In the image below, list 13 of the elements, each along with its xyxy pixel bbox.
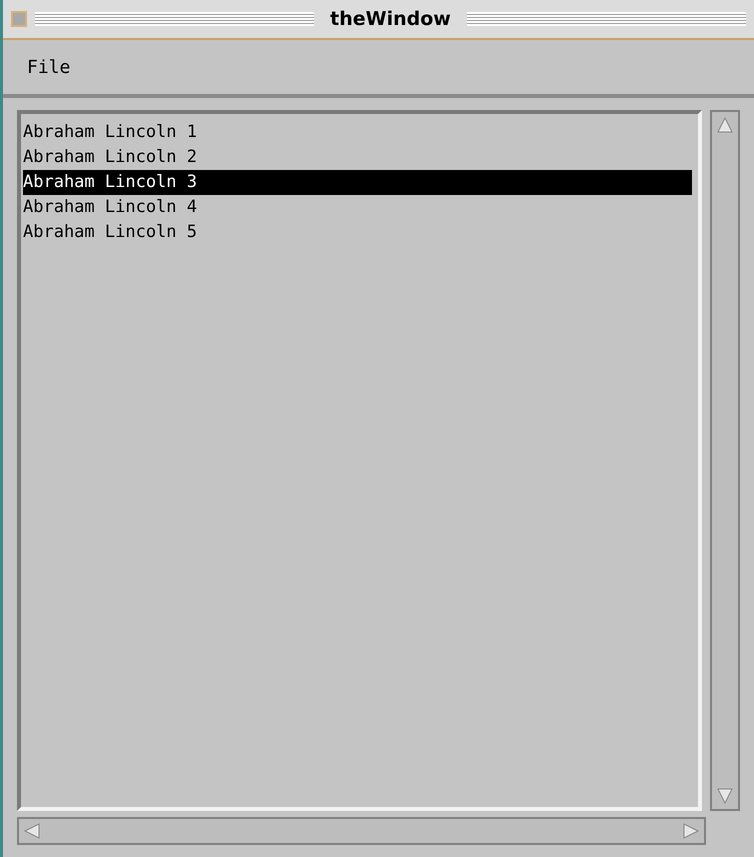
list-item[interactable]: Abraham Lincoln 2 bbox=[23, 145, 692, 170]
list-item[interactable]: Abraham Lincoln 1 bbox=[23, 120, 692, 145]
vertical-scrollbar[interactable] bbox=[710, 110, 740, 811]
list-item[interactable]: Abraham Lincoln 5 bbox=[23, 220, 692, 245]
list-item[interactable]: Abraham Lincoln 3 bbox=[23, 170, 692, 195]
menu-item[interactable]: File bbox=[27, 54, 70, 80]
window-title: theWindow bbox=[329, 6, 452, 32]
down-arrow-icon[interactable] bbox=[716, 787, 734, 805]
left-arrow-icon[interactable] bbox=[23, 822, 41, 840]
right-arrow-icon[interactable] bbox=[682, 822, 700, 840]
list-item[interactable]: Abraham Lincoln 4 bbox=[23, 195, 692, 220]
horizontal-scrollbar[interactable] bbox=[17, 817, 706, 845]
up-arrow-icon[interactable] bbox=[716, 116, 734, 134]
